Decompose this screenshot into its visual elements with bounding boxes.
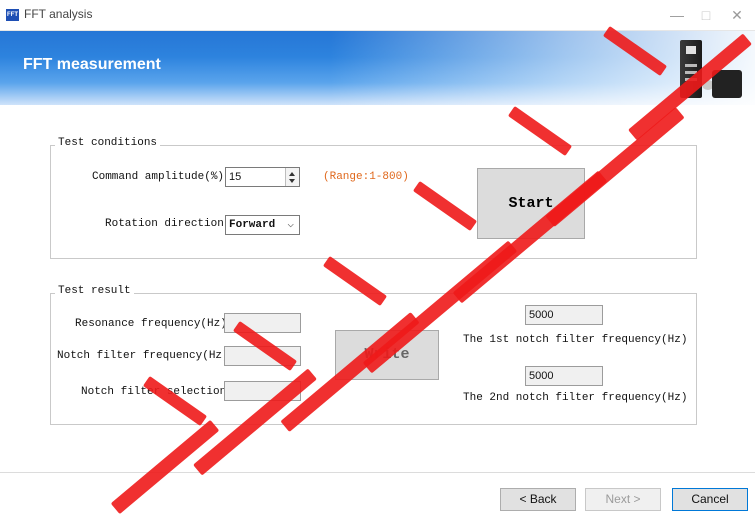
direction-select[interactable]: Forward ⌵ [225,215,300,235]
minimize-button[interactable]: — [666,4,688,26]
notch2-field[interactable]: 5000 [525,366,603,386]
footer-divider [0,472,755,473]
amplitude-label: Command amplitude(%) [92,171,225,183]
servo-motor-icon [712,70,742,98]
test-conditions-group [50,145,697,259]
back-button[interactable]: < Back [500,488,576,511]
cancel-button[interactable]: Cancel [672,488,748,511]
notch1-field[interactable]: 5000 [525,305,603,325]
direction-value: Forward [229,219,276,231]
test-result-title: Test result [55,285,134,297]
notch-frequency-label: Notch filter frequency(Hz) [57,350,229,362]
amplitude-stepper[interactable]: 15 [225,167,300,187]
chevron-down-icon[interactable] [289,179,295,183]
next-button[interactable]: Next > [585,488,661,511]
page-title: FFT measurement [23,56,161,73]
close-button[interactable]: ✕ [726,4,748,26]
chevron-up-icon[interactable] [289,172,295,176]
stepper-arrows[interactable] [285,168,299,186]
title-bar [0,0,755,31]
range-hint: (Range:1-800) [323,171,409,183]
chevron-down-icon: ⌵ [287,219,294,231]
notch2-label: The 2nd notch filter frequency(Hz) [463,392,688,404]
notch1-label: The 1st notch filter frequency(Hz) [463,334,688,346]
resonance-label: Resonance frequency(Hz) [75,318,227,330]
maximize-button[interactable]: □ [695,4,717,26]
app-icon: FFT [6,9,19,21]
amplitude-value: 15 [229,171,242,183]
window-title: FFT analysis [24,7,93,21]
direction-label: Rotation direction [105,218,224,230]
test-conditions-title: Test conditions [55,137,161,149]
